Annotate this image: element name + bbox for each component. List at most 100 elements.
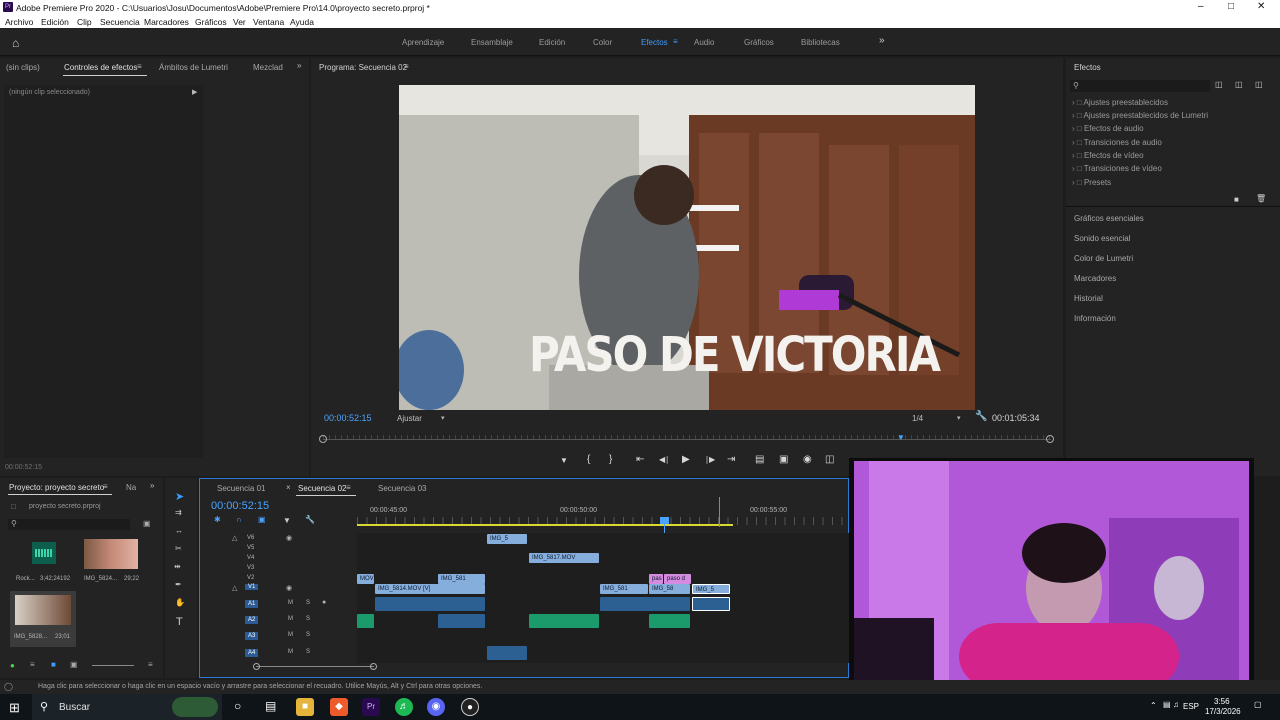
- workspace-audio[interactable]: Audio: [694, 38, 714, 47]
- timeline-clip[interactable]: MOV: [357, 574, 374, 584]
- timeline-settings-icon[interactable]: 🔧: [305, 515, 315, 524]
- section-sonido-esencial[interactable]: Sonido esencial: [1074, 234, 1130, 243]
- panel-menu-icon[interactable]: ≡: [137, 62, 142, 71]
- snap-icon[interactable]: ∩: [236, 515, 242, 524]
- project-item[interactable]: Rock... 3;42;24192: [14, 539, 74, 582]
- track-label-v5[interactable]: V5: [247, 545, 254, 551]
- tree-item[interactable]: › □ Ajustes preestablecidos de Lumetri: [1072, 111, 1208, 120]
- mark-out-icon[interactable]: }: [609, 454, 612, 465]
- minimize-icon[interactable]: –: [1198, 1, 1204, 12]
- menu-edicion[interactable]: Edición: [41, 17, 69, 27]
- scrubber-start-handle[interactable]: [319, 435, 327, 443]
- tab-na[interactable]: Na: [126, 483, 136, 492]
- tab-sin-clips[interactable]: (sin clips): [6, 63, 40, 72]
- tree-item[interactable]: › □ Presets: [1072, 178, 1111, 187]
- section-historial[interactable]: Historial: [1074, 294, 1103, 303]
- section-color-lumetri[interactable]: Color de Lumetri: [1074, 254, 1133, 263]
- quality-select[interactable]: 1/4: [912, 414, 923, 423]
- track-mute-button[interactable]: M: [288, 616, 293, 622]
- go-to-in-icon[interactable]: ⇤: [636, 454, 644, 465]
- menu-ver[interactable]: Ver: [233, 17, 246, 27]
- linked-selection-icon[interactable]: ▣: [258, 515, 266, 524]
- track-label-v3[interactable]: V3: [247, 565, 254, 571]
- program-timecode[interactable]: 00:00:52:15: [324, 413, 372, 423]
- menu-graficos[interactable]: Gráficos: [195, 17, 227, 27]
- yuv-effects-icon[interactable]: ◫: [1255, 80, 1263, 89]
- timeline-clip[interactable]: IMG_5814.MOV [V]: [375, 584, 485, 594]
- menu-ventana[interactable]: Ventana: [253, 17, 284, 27]
- project-item[interactable]: IMG_5824... 29;22: [84, 539, 144, 582]
- section-informacion[interactable]: Información: [1074, 314, 1116, 323]
- track-solo-button[interactable]: S: [306, 649, 310, 655]
- premiere-icon[interactable]: Pr: [362, 698, 380, 716]
- track-lock-icon[interactable]: △: [232, 584, 237, 592]
- network-icon[interactable]: ▤: [1163, 700, 1171, 709]
- menu-clip[interactable]: Clip: [77, 17, 92, 27]
- home-icon[interactable]: ⌂: [12, 36, 19, 50]
- program-scrubber[interactable]: ▼: [319, 433, 1054, 445]
- workspace-edicion[interactable]: Edición: [539, 38, 565, 47]
- add-marker-icon[interactable]: ▼: [560, 456, 568, 465]
- export-frame-icon[interactable]: ◉: [803, 454, 812, 465]
- lift-icon[interactable]: ▤: [755, 454, 764, 465]
- tab-controles-efectos[interactable]: Controles de efectos: [64, 63, 137, 72]
- maximize-icon[interactable]: □: [1228, 1, 1234, 12]
- workspace-graficos[interactable]: Gráficos: [744, 38, 774, 47]
- audio-clip[interactable]: [600, 597, 690, 611]
- more-tabs-icon[interactable]: »: [150, 481, 154, 490]
- audio-clip[interactable]: [692, 597, 730, 611]
- track-label-v1[interactable]: V1: [245, 584, 259, 590]
- step-back-icon[interactable]: ◀∣: [659, 455, 669, 464]
- add-marker-icon[interactable]: ▼: [283, 516, 291, 525]
- menu-secuencia[interactable]: Secuencia: [100, 17, 140, 27]
- effects-search-input[interactable]: ⚲: [1070, 80, 1210, 92]
- track-eye-icon[interactable]: ◉: [286, 534, 292, 542]
- razor-tool-icon[interactable]: ✂: [175, 544, 182, 553]
- track-solo-button[interactable]: S: [306, 632, 310, 638]
- track-label-v6[interactable]: V6: [247, 535, 254, 541]
- workspace-aprendizaje[interactable]: Aprendizaje: [402, 38, 444, 47]
- new-bin-icon[interactable]: ■: [1234, 195, 1239, 204]
- track-label-a4[interactable]: A4: [245, 649, 259, 657]
- audio-clip[interactable]: [487, 646, 527, 660]
- wrench-icon[interactable]: 🔧: [975, 411, 987, 422]
- track-label-v2[interactable]: V2: [247, 575, 254, 581]
- menu-ayuda[interactable]: Ayuda: [290, 17, 314, 27]
- quality-dropdown-icon[interactable]: ▾: [957, 414, 961, 422]
- pen-tool-icon[interactable]: ✒: [175, 580, 182, 589]
- ripple-edit-tool-icon[interactable]: ↔: [175, 526, 183, 535]
- fit-dropdown-icon[interactable]: ▾: [441, 414, 445, 422]
- workspace-efectos[interactable]: Efectos: [641, 38, 668, 47]
- track-label-v4[interactable]: V4: [247, 555, 254, 561]
- workspace-color[interactable]: Color: [593, 38, 612, 47]
- workspace-menu-icon[interactable]: ≡: [673, 37, 678, 46]
- mark-in-icon[interactable]: {: [587, 454, 590, 465]
- clock-time[interactable]: 3:56: [1214, 697, 1230, 706]
- tree-item[interactable]: › □ Efectos de vídeo: [1072, 151, 1144, 160]
- selection-tool-icon[interactable]: ➤: [175, 490, 184, 503]
- playhead-icon[interactable]: ▼: [897, 433, 905, 442]
- writable-icon[interactable]: ●: [10, 661, 15, 670]
- freeform-view-icon[interactable]: ▣: [70, 660, 78, 669]
- track-solo-button[interactable]: S: [306, 616, 310, 622]
- tree-item[interactable]: › □ Transiciones de vídeo: [1072, 164, 1162, 173]
- widgets-icon[interactable]: ▤: [265, 699, 276, 713]
- track-select-tool-icon[interactable]: ⇉: [175, 508, 182, 517]
- workspace-bibliotecas[interactable]: Bibliotecas: [801, 38, 840, 47]
- track-solo-button[interactable]: S: [306, 600, 310, 606]
- timeline-clip[interactable]: IMG_5: [487, 534, 527, 544]
- tree-item[interactable]: › □ Ajustes preestablecidos: [1072, 98, 1168, 107]
- hand-tool-icon[interactable]: ✋: [175, 598, 185, 607]
- project-menu-icon[interactable]: ≡: [103, 482, 108, 491]
- scroll-handle-left[interactable]: [253, 663, 260, 670]
- playhead-handle[interactable]: [660, 517, 669, 524]
- new-bin-icon[interactable]: ▣: [143, 519, 151, 528]
- audio-clip[interactable]: [438, 614, 485, 628]
- audio-clip[interactable]: [375, 597, 485, 611]
- track-mute-button[interactable]: M: [288, 600, 293, 606]
- timeline-clip[interactable]: IMG_5: [692, 584, 730, 594]
- icon-view-icon[interactable]: ■: [51, 660, 56, 669]
- brave-icon[interactable]: ◆: [330, 698, 348, 716]
- tab-proyecto[interactable]: Proyecto: proyecto secreto: [9, 483, 104, 492]
- zoom-slider[interactable]: [92, 665, 134, 666]
